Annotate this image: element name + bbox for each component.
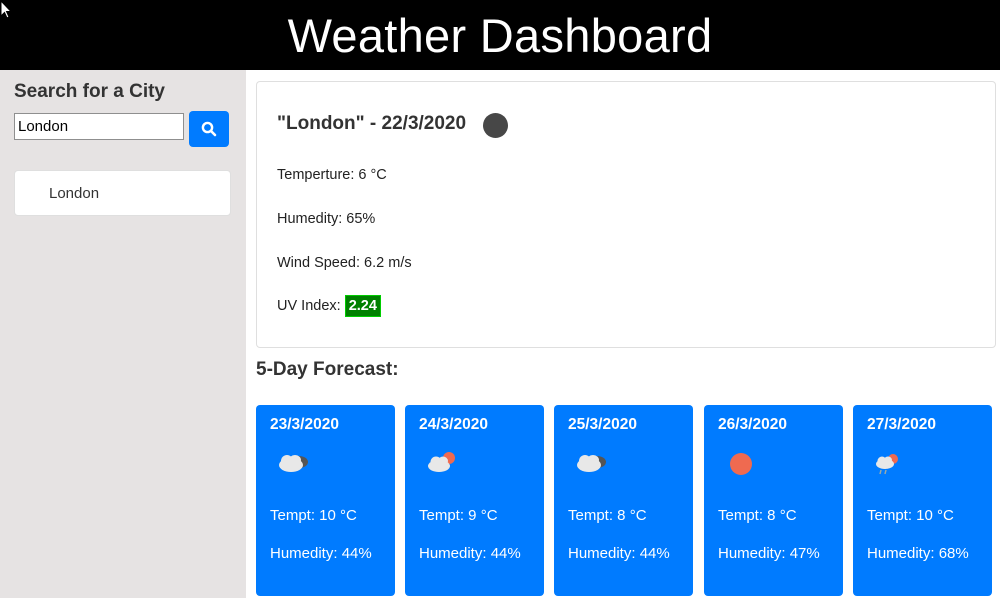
page-header: Weather Dashboard <box>0 0 1000 70</box>
current-temperature: Temperture: 6 °C <box>277 167 387 183</box>
cloud-icon <box>577 455 606 472</box>
current-uv-index: UV Index: 2.24 <box>277 295 381 317</box>
forecast-card: 24/3/2020 Tempt: 9 °C Humedity: 44% <box>405 405 544 596</box>
sun-behind-cloud-icon <box>428 452 455 472</box>
forecast-temp: Tempt: 8 °C <box>718 507 797 524</box>
search-icon <box>201 121 217 137</box>
forecast-temp: Tempt: 10 °C <box>867 507 954 524</box>
sun-rain-cloud-icon <box>876 454 898 475</box>
sidebar: Search for a City London <box>0 70 246 598</box>
current-city-date: "London" - 22/3/2020 <box>277 113 467 134</box>
current-weather-card: "London" - 22/3/2020 Temperture: 6 °C Hu… <box>256 81 996 348</box>
forecast-humidity: Humedity: 68% <box>867 545 969 562</box>
forecast-date: 27/3/2020 <box>867 416 936 433</box>
forecast-card: 27/3/2020 Tempt: 10 °C Humedity: 68% <box>853 405 992 596</box>
forecast-temp: Tempt: 10 °C <box>270 507 357 524</box>
dark-circle-icon <box>483 113 508 138</box>
forecast-temp: Tempt: 9 °C <box>419 507 498 524</box>
search-button[interactable] <box>189 111 229 147</box>
forecast-humidity: Humedity: 47% <box>718 545 820 562</box>
page-title: Weather Dashboard <box>287 8 713 62</box>
forecast-date: 24/3/2020 <box>419 416 488 433</box>
search-history-item[interactable]: London <box>14 170 231 216</box>
forecast-humidity: Humedity: 44% <box>419 545 521 562</box>
uv-index-badge: 2.24 <box>344 295 381 317</box>
city-search-input[interactable] <box>14 113 184 140</box>
uv-index-label: UV Index: <box>277 298 341 314</box>
current-humidity: Humedity: 65% <box>277 211 376 227</box>
forecast-humidity: Humedity: 44% <box>270 545 372 562</box>
forecast-date: 25/3/2020 <box>568 416 637 433</box>
forecast-card: 23/3/2020 Tempt: 10 °C Humedity: 44% <box>256 405 395 596</box>
forecast-date: 26/3/2020 <box>718 416 787 433</box>
mouse-cursor-icon <box>0 0 13 19</box>
forecast-humidity: Humedity: 44% <box>568 545 670 562</box>
forecast-card: 25/3/2020 Tempt: 8 °C Humedity: 44% <box>554 405 693 596</box>
search-heading: Search for a City <box>14 81 165 102</box>
forecast-heading: 5-Day Forecast: <box>256 359 399 380</box>
current-wind-speed: Wind Speed: 6.2 m/s <box>277 255 412 271</box>
cloud-icon <box>279 455 308 472</box>
forecast-date: 23/3/2020 <box>270 416 339 433</box>
search-history-label: London <box>49 185 100 202</box>
forecast-temp: Tempt: 8 °C <box>568 507 647 524</box>
sun-icon <box>730 453 752 475</box>
forecast-card: 26/3/2020 Tempt: 8 °C Humedity: 47% <box>704 405 843 596</box>
